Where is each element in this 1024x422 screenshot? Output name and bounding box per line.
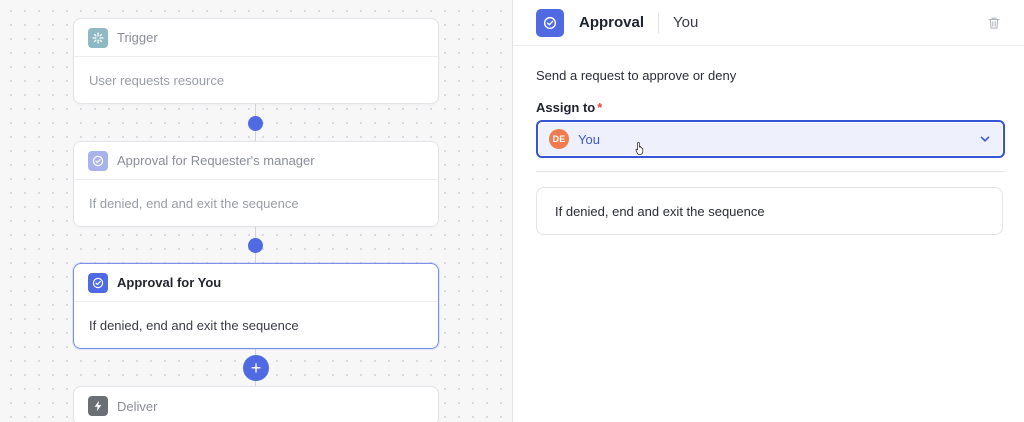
chevron-down-icon[interactable]: [979, 133, 991, 145]
step-title: Approval for You: [117, 275, 222, 290]
sparkle-icon: [88, 27, 108, 48]
lightning-icon: [88, 396, 108, 416]
step-card-header: Trigger: [74, 19, 438, 57]
workflow-canvas[interactable]: + Trigger User requests resource Approva…: [0, 0, 512, 422]
check-circle-icon: [88, 150, 108, 171]
add-step-button[interactable]: +: [243, 355, 269, 381]
panel-header: Approval You: [513, 0, 1024, 46]
header-divider: [658, 12, 660, 33]
step-title: Approval for Requester's manager: [117, 153, 315, 168]
step-card-trigger[interactable]: Trigger User requests resource: [73, 18, 439, 104]
denial-rule-text: If denied, end and exit the sequence: [555, 203, 765, 219]
hand-cursor-icon: [635, 141, 644, 155]
step-description: If denied, end and exit the sequence: [89, 195, 299, 211]
panel-subtitle: You: [673, 14, 699, 31]
step-card-header: Approval for Requester's manager: [74, 142, 438, 180]
step-card-deliver[interactable]: Deliver: [73, 386, 439, 422]
check-circle-icon: [88, 272, 108, 293]
step-card-approval-manager[interactable]: Approval for Requester's manager If deni…: [73, 141, 439, 227]
connector-node[interactable]: [248, 116, 263, 131]
step-card-approval-you[interactable]: Approval for You If denied, end and exit…: [73, 263, 439, 349]
step-description: User requests resource: [89, 72, 225, 88]
step-settings-panel: Approval You Send a request to approve o…: [512, 0, 1024, 422]
section-divider: [536, 171, 1005, 172]
assign-to-label: Assign to *: [536, 100, 1001, 115]
assignee-select[interactable]: DE You: [536, 120, 1005, 158]
step-card-header: Approval for You: [74, 264, 438, 302]
avatar: DE: [549, 129, 569, 149]
step-description: If denied, end and exit the sequence: [89, 317, 299, 333]
panel-title: Approval: [579, 14, 645, 31]
step-title: Trigger: [117, 30, 158, 45]
step-title: Deliver: [117, 398, 158, 414]
check-circle-icon: [536, 8, 564, 37]
step-description: Send a request to approve or deny: [536, 68, 737, 83]
panel-body: Send a request to approve or deny Assign…: [513, 46, 1024, 235]
denial-rule-box[interactable]: If denied, end and exit the sequence: [536, 187, 1003, 235]
plus-icon: +: [250, 358, 262, 378]
assignee-value: You: [578, 131, 600, 147]
step-card-header: Deliver: [74, 387, 438, 422]
connector-node[interactable]: [248, 238, 263, 253]
assign-to-label-text: Assign to: [536, 100, 596, 115]
required-marker: *: [597, 100, 603, 115]
trash-icon[interactable]: [987, 16, 1001, 30]
